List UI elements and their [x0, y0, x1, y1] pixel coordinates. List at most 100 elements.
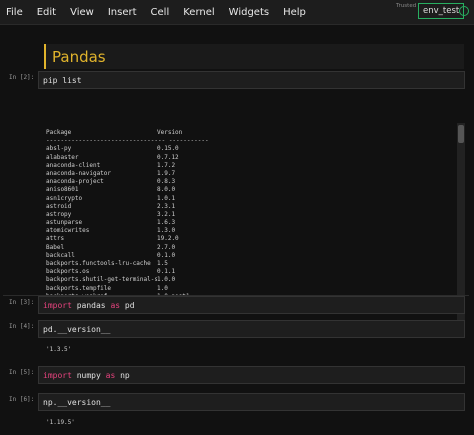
- table-row: astropy 3.2.1: [46, 211, 217, 219]
- package-version: 0.7.12: [157, 153, 179, 161]
- code-cell-pandas-version[interactable]: In [4]: pd.__version__ '1.3.5': [3, 320, 469, 360]
- output-area: '1.3.5': [38, 346, 465, 356]
- code-text: np.__version__: [43, 397, 111, 407]
- package-version: 1.0.1: [157, 194, 176, 202]
- package-version: 0.1.1: [157, 268, 176, 276]
- code-text: pandas: [71, 300, 111, 310]
- code-keyword: as: [110, 300, 121, 310]
- output-text: '1.3.5': [46, 346, 72, 353]
- menu-file[interactable]: File: [6, 7, 23, 18]
- table-row: backcall 0.1.0: [46, 252, 217, 260]
- table-header: Package Version: [46, 129, 183, 136]
- table-row: aniso8601 8.0.0: [46, 186, 217, 194]
- package-name: backports.os: [46, 268, 90, 276]
- markdown-heading-cell[interactable]: Pandas: [44, 44, 464, 69]
- package-version: 2.7.0: [157, 243, 176, 251]
- package-name: Babel: [46, 243, 65, 251]
- package-name: aniso8601: [46, 186, 79, 194]
- table-row: attrs 19.2.0: [46, 235, 217, 243]
- code-input[interactable]: import numpy as np: [38, 366, 465, 384]
- package-name: anaconda-project: [46, 178, 104, 186]
- table-row: astunparse 1.6.3: [46, 219, 217, 227]
- code-text: pd: [120, 300, 135, 310]
- heading-text: Pandas: [52, 47, 106, 66]
- cell-prompt: In [3]:: [9, 299, 35, 306]
- scrollbar-thumb[interactable]: [458, 125, 464, 143]
- package-version: 1.0: [157, 284, 168, 292]
- code-keyword: import: [43, 300, 72, 310]
- code-text: pd.__version__: [43, 324, 111, 334]
- code-input[interactable]: import pandas as pd: [38, 296, 465, 314]
- pip-list-table: Package Version ------------------------…: [46, 129, 217, 309]
- package-name: backports.shutil-get-terminal-size: [46, 276, 157, 284]
- code-keyword: import: [43, 370, 72, 380]
- code-text: np: [115, 370, 130, 380]
- package-version: 1.3.0: [157, 227, 176, 235]
- package-version: 8.0.0: [157, 186, 176, 194]
- trusted-indicator[interactable]: Trusted: [396, 3, 416, 9]
- output-area: Package Version ------------------------…: [38, 123, 465, 321]
- table-row: Babel 2.7.0: [46, 244, 217, 252]
- table-row: anaconda-project 0.8.3: [46, 178, 217, 186]
- table-row: anaconda-navigator 1.9.7: [46, 170, 217, 178]
- package-version: 19.2.0: [157, 235, 179, 243]
- notebook-container: Pandas In [2]: pip list Package Version …: [3, 36, 469, 435]
- package-version: 0.1.0: [157, 251, 176, 259]
- code-text: pip list: [43, 75, 82, 85]
- menu-kernel[interactable]: Kernel: [183, 7, 214, 18]
- kernel-name-button[interactable]: env_test: [418, 3, 465, 19]
- cell-prompt: In [6]:: [9, 396, 35, 403]
- package-name: attrs: [46, 235, 65, 243]
- code-cell-import-numpy[interactable]: In [5]: import numpy as np: [3, 366, 469, 388]
- code-input[interactable]: pip list: [38, 71, 465, 89]
- code-cell-import-pandas[interactable]: In [3]: import pandas as pd: [3, 296, 469, 318]
- package-name: backports.functools-lru-cache: [46, 260, 151, 267]
- table-row: atomicwrites 1.3.0: [46, 227, 217, 235]
- package-version: 2.3.1: [157, 202, 176, 210]
- cell-prompt: In [5]:: [9, 369, 35, 376]
- code-input[interactable]: np.__version__: [38, 393, 465, 411]
- package-name: astropy: [46, 210, 72, 218]
- code-cell-numpy-version[interactable]: In [6]: np.__version__ '1.19.5': [3, 393, 469, 433]
- code-text: numpy: [71, 370, 106, 380]
- menu-insert[interactable]: Insert: [108, 7, 137, 18]
- menu-cell[interactable]: Cell: [151, 7, 170, 18]
- table-row: backports.tempfile 1.0: [46, 285, 217, 293]
- package-name: anaconda-client: [46, 161, 101, 169]
- package-version: 1.5: [157, 260, 168, 267]
- package-version: 0.15.0: [157, 145, 179, 153]
- package-name: backports.tempfile: [46, 284, 112, 292]
- package-name: alabaster: [46, 153, 79, 161]
- table-divider: --------------------------------- ------…: [46, 137, 209, 145]
- table-row: asn1crypto 1.0.1: [46, 195, 217, 203]
- package-name: astunparse: [46, 219, 83, 227]
- code-cell-pip-list[interactable]: In [2]: pip list Package Version -------…: [3, 71, 469, 323]
- table-row: backports.shutil-get-terminal-size 1.0.0: [46, 276, 217, 284]
- table-row: astroid 2.3.1: [46, 203, 217, 211]
- package-name: asn1crypto: [46, 194, 83, 202]
- package-name: anaconda-navigator: [46, 169, 112, 177]
- package-name: astroid: [46, 202, 72, 210]
- code-keyword: as: [105, 370, 116, 380]
- package-version: 1.6.3: [157, 219, 176, 227]
- package-name: absl-py: [46, 145, 72, 153]
- code-input[interactable]: pd.__version__: [38, 320, 465, 338]
- table-row: alabaster 0.7.12: [46, 154, 217, 162]
- package-version: 1.0.0: [157, 276, 176, 284]
- package-version: 1.7.2: [157, 161, 176, 169]
- menubar: File Edit View Insert Cell Kernel Widget…: [0, 0, 474, 25]
- package-name: atomicwrites: [46, 227, 90, 235]
- cell-prompt: In [4]:: [9, 323, 35, 330]
- package-version: 3.2.1: [157, 210, 176, 218]
- kernel-status-icon: [459, 6, 469, 16]
- menu-edit[interactable]: Edit: [37, 7, 56, 18]
- package-version: 1.9.7: [157, 169, 176, 177]
- table-row: backports.functools-lru-cache 1.5: [46, 260, 217, 268]
- output-scrollbar[interactable]: [457, 123, 465, 321]
- menu-widgets[interactable]: Widgets: [229, 7, 269, 18]
- menu-view[interactable]: View: [70, 7, 94, 18]
- table-row: backports.os 0.1.1: [46, 268, 217, 276]
- menu-help[interactable]: Help: [283, 7, 306, 18]
- table-row: anaconda-client 1.7.2: [46, 162, 217, 170]
- table-row: absl-py 0.15.0: [46, 145, 217, 153]
